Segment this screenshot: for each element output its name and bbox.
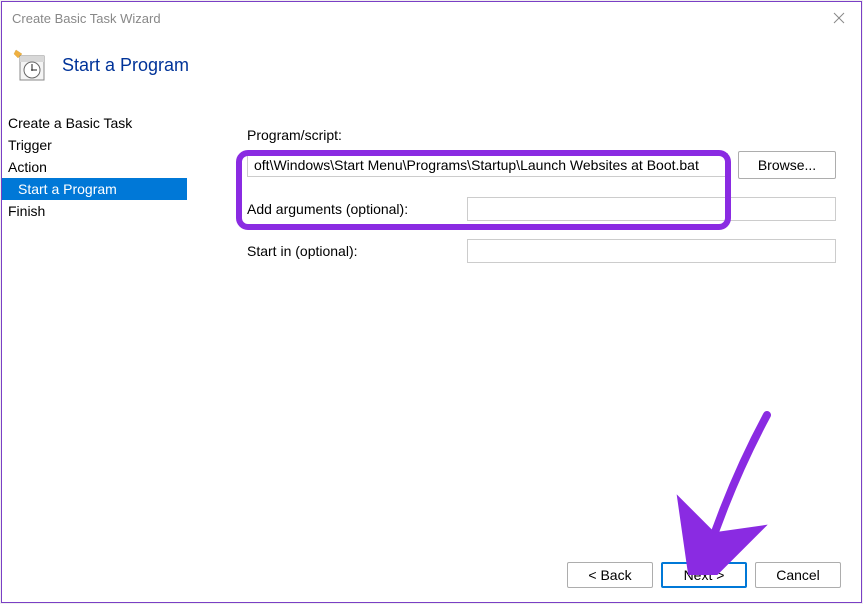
program-script-label: Program/script: (247, 127, 836, 143)
sidebar-item-action[interactable]: Action (2, 156, 187, 178)
sidebar-item-trigger[interactable]: Trigger (2, 134, 187, 156)
sidebar-item-create-task[interactable]: Create a Basic Task (2, 112, 187, 134)
titlebar: Create Basic Task Wizard (2, 2, 861, 34)
wizard-header: Start a Program (2, 34, 861, 112)
window-title: Create Basic Task Wizard (12, 11, 161, 26)
arguments-input[interactable] (467, 197, 836, 221)
program-script-input[interactable] (247, 153, 728, 177)
arguments-group: Add arguments (optional): (247, 197, 836, 221)
startin-label: Start in (optional): (247, 243, 457, 259)
sidebar-item-finish[interactable]: Finish (2, 200, 187, 222)
main-panel: Program/script: Browse... Add arguments … (187, 112, 861, 550)
close-icon (833, 12, 845, 24)
browse-button[interactable]: Browse... (738, 151, 836, 179)
button-bar: < Back Next > Cancel (2, 550, 861, 602)
sidebar-item-start-program[interactable]: Start a Program (2, 178, 187, 200)
startin-group: Start in (optional): (247, 239, 836, 263)
back-button[interactable]: < Back (567, 562, 653, 588)
next-button[interactable]: Next > (661, 562, 747, 588)
wizard-sidebar: Create a Basic Task Trigger Action Start… (2, 112, 187, 550)
cancel-button[interactable]: Cancel (755, 562, 841, 588)
wizard-window: Create Basic Task Wizard Start a Program (1, 1, 862, 603)
page-title: Start a Program (62, 55, 189, 76)
content-area: Create a Basic Task Trigger Action Start… (2, 112, 861, 550)
arguments-label: Add arguments (optional): (247, 201, 457, 217)
task-scheduler-icon (12, 48, 46, 82)
program-script-group: Program/script: Browse... (247, 127, 836, 179)
startin-input[interactable] (467, 239, 836, 263)
close-button[interactable] (816, 2, 861, 34)
